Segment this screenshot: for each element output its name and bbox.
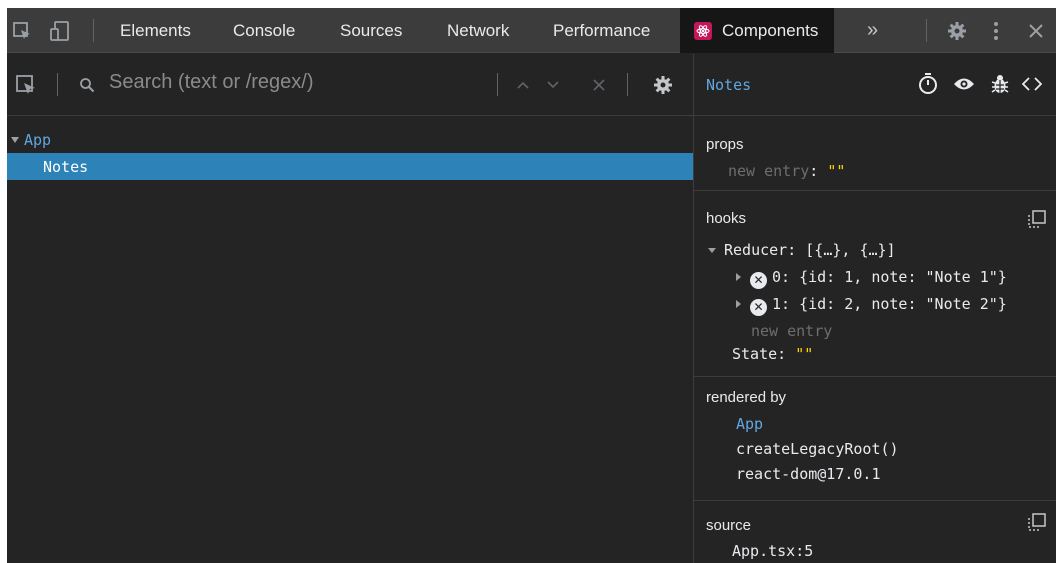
delete-item-icon[interactable]: ✕ [750, 271, 767, 289]
tab-network[interactable]: Network [447, 8, 509, 53]
search-separator [57, 73, 58, 96]
copy-icon[interactable] [1028, 513, 1046, 531]
tab-sources[interactable]: Sources [340, 8, 402, 53]
component-inspector-pane: Notes props new entry: "" hooks Reducer:… [694, 54, 1056, 563]
tab-performance[interactable]: Performance [553, 8, 650, 53]
tree-node-notes[interactable]: Notes [7, 153, 693, 180]
hook-item[interactable]: ✕ 1: {id: 2, note: "Note 2"} [736, 295, 1007, 316]
tree-node-label: App [24, 130, 52, 149]
copy-icon[interactable] [1028, 210, 1046, 228]
search-separator [497, 73, 498, 96]
inspect-element-icon[interactable] [7, 8, 37, 53]
hook-reducer[interactable]: Reducer: [{…}, {…}] [708, 241, 896, 259]
toolbar-separator [93, 19, 94, 42]
devtools-tab-bar: Elements Console Sources Network Perform… [7, 8, 1056, 53]
delete-item-icon[interactable]: ✕ [750, 298, 767, 316]
tab-components-label: Components [722, 20, 819, 40]
bug-icon[interactable] [988, 72, 1012, 96]
collapse-caret-icon[interactable] [708, 248, 716, 253]
selected-component-name: Notes [706, 76, 752, 94]
component-tree-pane: Search (text or /regex/) App Notes [7, 54, 693, 563]
view-source-icon[interactable] [1020, 72, 1044, 96]
tree-node-label: Notes [43, 157, 89, 176]
select-component-icon[interactable] [13, 72, 39, 98]
settings-gear-icon[interactable] [651, 73, 675, 97]
source-heading: source [706, 517, 752, 534]
search-icon [77, 75, 97, 95]
hook-item-value: {id: 1, note: "Note 1"} [799, 268, 1007, 286]
rendered-by-heading: rendered by [706, 389, 787, 406]
tab-console[interactable]: Console [233, 8, 295, 53]
hook-state[interactable]: State: "" [732, 345, 813, 363]
device-toolbar-icon[interactable] [45, 8, 75, 53]
search-bar: Search (text or /regex/) [7, 54, 693, 116]
hook-item[interactable]: ✕ 0: {id: 1, note: "Note 1"} [736, 268, 1007, 289]
more-tabs-button[interactable]: » [867, 8, 878, 53]
hook-reducer-key: Reducer: [724, 241, 797, 259]
new-entry-value: "" [827, 162, 846, 180]
tree-node-app[interactable]: App [7, 126, 693, 153]
hook-item-index: 1: [772, 295, 791, 313]
props-new-entry[interactable]: new entry: "" [728, 162, 845, 180]
next-result-icon[interactable] [543, 75, 563, 95]
hook-state-value: "" [795, 345, 814, 363]
hook-reducer-value: [{…}, {…}] [805, 241, 896, 259]
hook-item-index: 0: [772, 268, 791, 286]
expand-caret-icon[interactable] [736, 300, 741, 308]
search-separator [627, 73, 628, 96]
rendered-by-entry: react-dom@17.0.1 [736, 465, 881, 483]
hooks-section: hooks Reducer: [{…}, {…}] ✕ 0: {id: 1, no… [694, 191, 1056, 377]
react-logo-icon [694, 21, 712, 40]
hooks-new-entry[interactable]: new entry [751, 322, 832, 340]
search-input[interactable]: Search (text or /regex/) [109, 71, 314, 94]
more-vertical-icon[interactable] [986, 8, 1006, 53]
eye-icon[interactable] [952, 72, 976, 96]
tab-components[interactable]: Components [680, 8, 835, 53]
hook-item-value: {id: 2, note: "Note 2"} [799, 295, 1007, 313]
rendered-by-owner-link[interactable]: App [736, 415, 763, 433]
clear-search-icon[interactable] [589, 75, 609, 95]
new-entry-key: new entry [728, 162, 810, 180]
source-location[interactable]: App.tsx:5 [732, 542, 813, 560]
hooks-heading: hooks [706, 210, 747, 227]
expand-caret-icon[interactable] [11, 136, 19, 143]
rendered-by-section: rendered by App createLegacyRoot() react… [694, 377, 1056, 501]
tab-elements[interactable]: Elements [120, 8, 191, 53]
props-section: props new entry: "" [694, 117, 1056, 191]
rendered-by-entry: createLegacyRoot() [736, 440, 899, 458]
source-section: source App.tsx:5 [694, 501, 1056, 563]
close-icon[interactable] [1023, 8, 1049, 53]
expand-caret-icon[interactable] [736, 273, 741, 281]
hook-state-key: State: [732, 345, 787, 363]
previous-result-icon[interactable] [513, 75, 533, 95]
props-heading: props [706, 136, 744, 153]
inspector-header: Notes [694, 54, 1056, 116]
toolbar-separator [926, 19, 927, 42]
stopwatch-icon[interactable] [916, 72, 940, 96]
settings-gear-icon[interactable] [943, 8, 971, 53]
devtools-window: Elements Console Sources Network Perform… [7, 8, 1056, 563]
